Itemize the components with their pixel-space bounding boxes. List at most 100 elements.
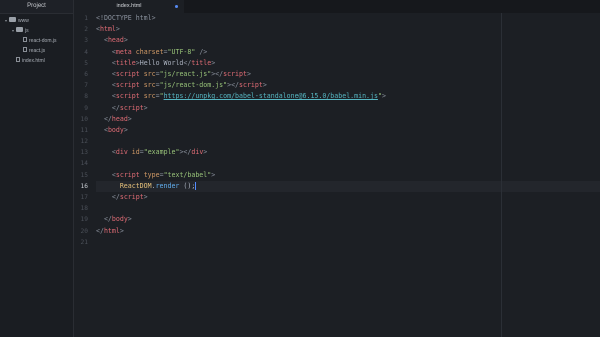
code-token: </ bbox=[103, 215, 112, 224]
code-line[interactable] bbox=[96, 203, 600, 214]
code-line[interactable]: </html> bbox=[96, 226, 600, 237]
line-number: 19 bbox=[80, 216, 88, 224]
code-token: > bbox=[143, 103, 148, 112]
code-token: html bbox=[99, 25, 116, 34]
code-token: type bbox=[143, 170, 160, 179]
line-number: 17 bbox=[80, 194, 88, 201]
tree-item[interactable]: ▾ js bbox=[0, 26, 73, 36]
text-cursor bbox=[195, 181, 197, 190]
code-token: src bbox=[143, 92, 156, 101]
code-token: "text/babel" bbox=[163, 170, 212, 179]
code-token: ></ bbox=[179, 148, 192, 157]
code-token: Hello World bbox=[139, 58, 184, 67]
code-token: head bbox=[111, 114, 128, 123]
code-token: > bbox=[211, 58, 216, 67]
code-token: > bbox=[115, 25, 120, 34]
code-token: src bbox=[143, 81, 156, 90]
code-token: > bbox=[203, 148, 208, 157]
line-number: 20 bbox=[80, 227, 88, 235]
code-line[interactable] bbox=[96, 237, 600, 248]
tree-item-label: js bbox=[25, 28, 29, 34]
tree-item-label: react.js bbox=[29, 48, 46, 54]
code-line[interactable]: </body> bbox=[96, 214, 600, 225]
tree-item[interactable]: index.html bbox=[0, 56, 73, 66]
code-token: ></ bbox=[227, 81, 240, 90]
line-number: 9 bbox=[84, 104, 88, 112]
code-line[interactable]: <div id="example"></div> bbox=[96, 147, 600, 158]
code-line[interactable]: <!DOCTYPE html> bbox=[96, 13, 600, 24]
line-number: 12 bbox=[80, 138, 88, 146]
tab-index-html[interactable]: index.html bbox=[74, 0, 184, 13]
tree-item-label: react-dom.js bbox=[29, 38, 57, 44]
code-token: > bbox=[127, 215, 132, 224]
code-token: html bbox=[103, 226, 120, 235]
code-token: </ bbox=[96, 226, 104, 235]
tree-item[interactable]: react-dom.js bbox=[0, 36, 73, 46]
code-line[interactable]: </head> bbox=[96, 114, 600, 125]
code-token: body bbox=[107, 125, 124, 134]
code-token: > bbox=[211, 170, 216, 179]
line-number: 10 bbox=[80, 115, 88, 123]
code-token: title bbox=[115, 58, 136, 67]
line-number: 1 bbox=[84, 15, 88, 22]
code-token: render bbox=[155, 181, 180, 190]
code-line[interactable]: </script> bbox=[96, 103, 600, 114]
code-token: body bbox=[111, 215, 128, 224]
code-token: https://unpkg.com/babel-standalone@6.15.… bbox=[163, 92, 378, 101]
tree-item[interactable]: react.js bbox=[0, 46, 73, 56]
code-token: charset bbox=[135, 47, 164, 56]
code-token: script bbox=[119, 103, 144, 112]
code-line[interactable]: <title>Hello World</title> bbox=[96, 58, 600, 69]
code-token: script bbox=[115, 69, 140, 78]
code-line[interactable]: <meta charset="UTF-8" /> bbox=[96, 47, 600, 58]
code-line[interactable]: <script type="text/babel"> bbox=[96, 170, 600, 181]
code-line[interactable]: <script src="js/react-dom.js"></script> bbox=[96, 80, 600, 91]
code-token: > bbox=[381, 92, 386, 101]
code-line[interactable]: <body> bbox=[96, 125, 600, 136]
code-token: "js/react-dom.js" bbox=[159, 81, 228, 90]
file-tree: ▾ www ▾ js react-dom.js react.js index.html bbox=[0, 14, 73, 66]
code-token: script bbox=[115, 92, 140, 101]
modified-dot-icon[interactable] bbox=[175, 5, 178, 8]
code-token: "UTF-8" bbox=[167, 47, 196, 56]
code-token: > bbox=[119, 226, 124, 235]
code-token: </ bbox=[111, 193, 120, 201]
file-icon bbox=[16, 57, 20, 63]
code-token: ></ bbox=[211, 69, 224, 78]
line-number: 4 bbox=[84, 48, 88, 56]
line-number-gutter: 1 2 3 4 5 6 7 8 9 10 11 12 13 14 15 16 17 18 19 20 21 bbox=[74, 13, 88, 248]
code-line[interactable]: <head> bbox=[96, 35, 600, 46]
code-token: script bbox=[239, 81, 263, 90]
code-line[interactable] bbox=[96, 158, 600, 169]
line-number: 6 bbox=[84, 70, 88, 78]
editor-pane: index.html 1 2 3 4 5 6 7 8 9 10 11 12 13 14 15 16 17 18 19… bbox=[74, 0, 600, 337]
code-token: /> bbox=[199, 47, 208, 56]
tree-item[interactable]: ▾ www bbox=[0, 16, 73, 26]
code-line[interactable] bbox=[96, 136, 600, 147]
code-line[interactable]: ReactDOM.render (); bbox=[96, 180, 600, 192]
code-line[interactable]: </script> bbox=[96, 192, 600, 203]
line-number: 11 bbox=[80, 126, 88, 134]
line-number: 7 bbox=[84, 82, 88, 90]
line-number: 21 bbox=[80, 238, 88, 246]
code-token: (); bbox=[179, 181, 196, 190]
code-token: > bbox=[262, 81, 267, 90]
code-line[interactable]: <html> bbox=[96, 24, 600, 35]
code-token: div bbox=[115, 148, 128, 157]
code-token: head bbox=[107, 36, 124, 45]
code-token: > bbox=[127, 114, 132, 123]
code-token: </ bbox=[103, 114, 112, 123]
code-line[interactable]: <script src="https://unpkg.com/babel-sta… bbox=[96, 91, 600, 102]
code-line[interactable]: <script src="js/react.js"></script> bbox=[96, 69, 600, 80]
code-area[interactable]: <!DOCTYPE html> <html> <head> <meta chars… bbox=[96, 13, 600, 248]
code-token: ReactDOM bbox=[119, 181, 152, 190]
